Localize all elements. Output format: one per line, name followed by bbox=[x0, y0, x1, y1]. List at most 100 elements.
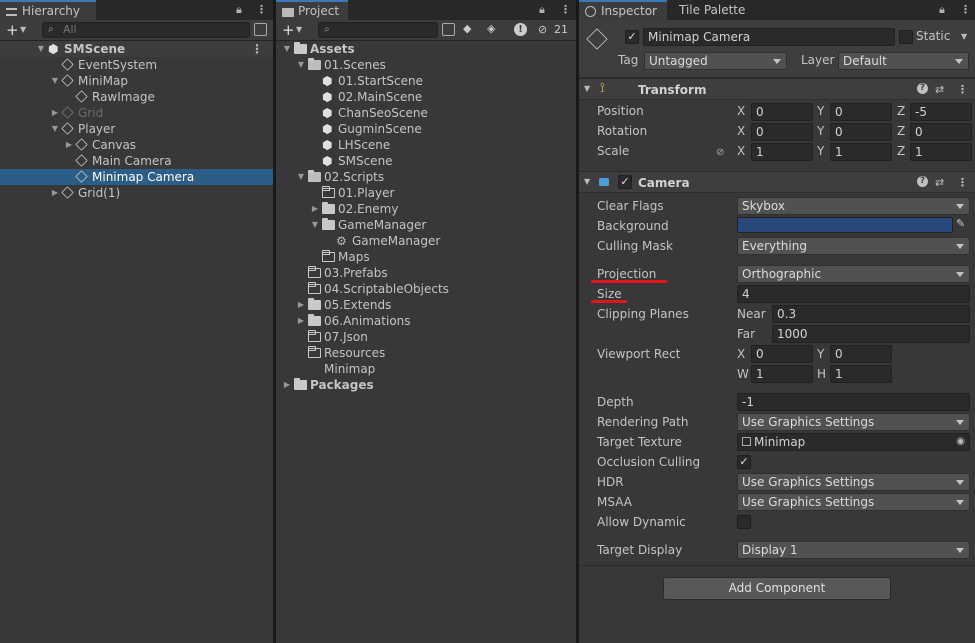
tree-item[interactable]: ⬢ SMScene bbox=[276, 153, 576, 169]
scene-menu-icon[interactable]: ⋮ bbox=[251, 41, 263, 57]
chevron-down-icon[interactable]: ▼ bbox=[20, 25, 26, 34]
lock-icon[interactable]: 🔒︎ bbox=[236, 3, 242, 17]
lock-icon[interactable]: 🔒︎ bbox=[939, 3, 945, 17]
more-menu-icon[interactable]: ⋮ bbox=[256, 3, 267, 16]
tab-project[interactable]: Project bbox=[276, 0, 348, 20]
tree-item[interactable]: RawImage bbox=[0, 89, 273, 105]
expand-arrow-right-icon[interactable]: ▶ bbox=[310, 201, 320, 217]
camera-enabled-checkbox[interactable]: ✓ bbox=[618, 175, 632, 189]
chevron-down-icon[interactable]: ▼ bbox=[296, 25, 302, 34]
expand-arrow-right-icon[interactable]: ▶ bbox=[50, 185, 60, 201]
clear-flags-dropdown[interactable]: Skybox bbox=[737, 197, 970, 215]
tree-item[interactable]: Maps bbox=[276, 249, 576, 265]
tree-item[interactable]: ▶ 02.Enemy bbox=[276, 201, 576, 217]
target-texture-field[interactable]: Minimap ◉ bbox=[737, 433, 970, 451]
tab-hierarchy[interactable]: Hierarchy bbox=[0, 0, 96, 20]
more-menu-icon[interactable]: ⋮ bbox=[560, 3, 571, 16]
warning-icon[interactable]: ! bbox=[514, 23, 527, 36]
tree-item[interactable]: 01.Player bbox=[276, 185, 576, 201]
tree-item[interactable]: ⬢ LHScene bbox=[276, 137, 576, 153]
tree-item[interactable]: EventSystem bbox=[0, 57, 273, 73]
tab-inspector[interactable]: Inspector bbox=[579, 0, 667, 20]
active-checkbox[interactable]: ✓ bbox=[625, 30, 639, 44]
tree-item[interactable]: ⬢ ChanSeoScene bbox=[276, 105, 576, 121]
occlusion-culling-checkbox[interactable]: ✓ bbox=[737, 455, 751, 469]
expand-arrow-right-icon[interactable]: ▶ bbox=[282, 377, 292, 393]
y-value-field[interactable]: 0 bbox=[830, 103, 892, 121]
tree-item[interactable]: ▼ 02.Scripts bbox=[276, 169, 576, 185]
create-plus-icon[interactable]: + bbox=[282, 21, 295, 39]
presets-icon[interactable]: ⇄ bbox=[935, 176, 944, 189]
dynamic-resolution-checkbox[interactable] bbox=[737, 515, 751, 529]
far-field[interactable]: 1000 bbox=[772, 325, 970, 343]
eyedropper-icon[interactable]: ✎ bbox=[956, 217, 965, 230]
hidden-packages-eye-icon[interactable]: ⊘ bbox=[538, 23, 547, 36]
tree-item[interactable]: Minimap bbox=[276, 361, 576, 377]
label-tag-icon[interactable]: ◈ bbox=[487, 22, 495, 35]
x-value-field[interactable]: 0 bbox=[751, 123, 813, 141]
presets-icon[interactable]: ⇄ bbox=[935, 83, 944, 96]
x-value-field[interactable]: 1 bbox=[751, 143, 813, 161]
search-input[interactable]: ⌕ All bbox=[42, 22, 250, 38]
search-input[interactable]: ⌕ bbox=[318, 22, 438, 38]
y-value-field[interactable]: 0 bbox=[830, 123, 892, 141]
z-value-field[interactable]: 0 bbox=[910, 123, 972, 141]
fold-arrow-icon[interactable]: ▼ bbox=[584, 177, 590, 186]
y-value-field[interactable]: 1 bbox=[830, 143, 892, 161]
tree-item[interactable]: ▶ Packages bbox=[276, 377, 576, 393]
tree-item[interactable]: ▶ 06.Animations bbox=[276, 313, 576, 329]
search-by-type-icon[interactable] bbox=[442, 23, 455, 36]
filter-by-type-icon[interactable]: ◆ bbox=[463, 22, 471, 35]
layer-dropdown[interactable]: Default bbox=[838, 52, 969, 70]
add-component-button[interactable]: Add Component bbox=[663, 577, 891, 600]
target-display-dropdown[interactable]: Display 1 bbox=[737, 541, 970, 559]
create-plus-icon[interactable]: + bbox=[6, 21, 19, 39]
tree-item[interactable]: ▼ Player bbox=[0, 121, 273, 137]
object-picker-icon[interactable]: ◉ bbox=[956, 434, 965, 450]
expand-arrow-down-icon[interactable]: ▼ bbox=[282, 41, 292, 57]
camera-header[interactable]: ▼ ✓ Camera ? ⇄ ⋮ bbox=[579, 171, 975, 193]
tree-item[interactable]: Minimap Camera bbox=[0, 169, 273, 185]
tree-item[interactable]: 03.Prefabs bbox=[276, 265, 576, 281]
msaa-dropdown[interactable]: Use Graphics Settings bbox=[737, 493, 970, 511]
tree-item[interactable]: Resources bbox=[276, 345, 576, 361]
scale-link-icon[interactable]: ⊘ bbox=[716, 147, 724, 158]
culling-mask-dropdown[interactable]: Everything bbox=[737, 237, 970, 255]
expand-arrow-down-icon[interactable]: ▼ bbox=[310, 217, 320, 233]
tree-item[interactable]: ▼ 01.Scenes bbox=[276, 57, 576, 73]
tree-item[interactable]: ▼ GameManager bbox=[276, 217, 576, 233]
z-value-field[interactable]: 1 bbox=[910, 143, 972, 161]
tree-item[interactable]: ▶ Grid(1) bbox=[0, 185, 273, 201]
tab-tile-palette[interactable]: Tile Palette bbox=[669, 0, 759, 20]
tree-item[interactable]: ▼ Assets bbox=[276, 41, 576, 57]
tree-item[interactable]: ▶ Grid bbox=[0, 105, 273, 121]
component-menu-icon[interactable]: ⋮ bbox=[957, 83, 968, 96]
tree-item[interactable]: ⬢ 01.StartScene bbox=[276, 73, 576, 89]
tree-item[interactable]: 04.ScriptableObjects bbox=[276, 281, 576, 297]
viewport-w-field[interactable]: 1 bbox=[751, 365, 813, 383]
expand-arrow-down-icon[interactable]: ▼ bbox=[296, 169, 306, 185]
tree-item[interactable]: ⚙ GameManager bbox=[276, 233, 576, 249]
tree-item[interactable]: ▶ Canvas bbox=[0, 137, 273, 153]
tag-dropdown[interactable]: Untagged bbox=[644, 52, 787, 70]
transform-header[interactable]: ▼ ⟟ Transform ? ⇄ ⋮ bbox=[579, 78, 975, 100]
tree-item[interactable]: ▼ MiniMap bbox=[0, 73, 273, 89]
tree-item[interactable]: ▶ 05.Extends bbox=[276, 297, 576, 313]
tree-item[interactable]: ⬢ 02.MainScene bbox=[276, 89, 576, 105]
static-checkbox[interactable] bbox=[899, 30, 913, 44]
expand-arrow-right-icon[interactable]: ▶ bbox=[50, 105, 60, 121]
more-menu-icon[interactable]: ⋮ bbox=[960, 3, 971, 16]
expand-arrow-down-icon[interactable]: ▼ bbox=[50, 121, 60, 137]
expand-arrow-right-icon[interactable]: ▶ bbox=[64, 137, 74, 153]
static-dropdown-icon[interactable]: ▼ bbox=[961, 32, 967, 41]
x-value-field[interactable]: 0 bbox=[751, 103, 813, 121]
tree-item[interactable]: 07.Json bbox=[276, 329, 576, 345]
object-name-field[interactable]: Minimap Camera bbox=[643, 28, 895, 46]
help-icon[interactable]: ? bbox=[917, 83, 928, 94]
tree-item[interactable]: Main Camera bbox=[0, 153, 273, 169]
expand-arrow-right-icon[interactable]: ▶ bbox=[296, 313, 306, 329]
fold-arrow-icon[interactable]: ▼ bbox=[584, 84, 590, 93]
background-color-swatch[interactable] bbox=[737, 217, 953, 233]
rendering-path-dropdown[interactable]: Use Graphics Settings bbox=[737, 413, 970, 431]
z-value-field[interactable]: -5 bbox=[910, 103, 972, 121]
